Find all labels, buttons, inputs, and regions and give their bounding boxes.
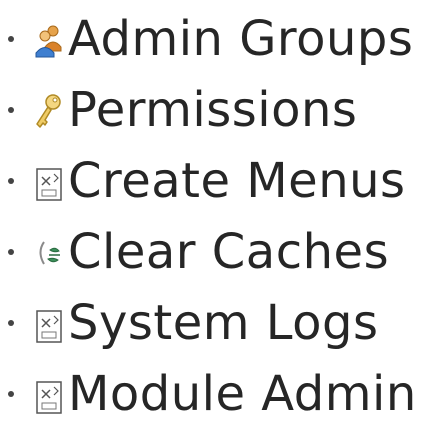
list-bullet bbox=[8, 320, 14, 326]
refresh-cache-icon bbox=[39, 241, 60, 265]
menu-item-label: Admin Groups bbox=[68, 11, 414, 67]
menu-item-module-admin[interactable]: Module Admin bbox=[0, 359, 428, 430]
broken-image-icon bbox=[36, 381, 62, 414]
broken-image-icon bbox=[36, 310, 62, 343]
menu-item-label: Clear Caches bbox=[68, 224, 390, 280]
menu-item-create-menus[interactable]: Create Menus bbox=[0, 146, 428, 217]
list-bullet bbox=[8, 249, 14, 255]
list-bullet bbox=[8, 391, 14, 397]
menu-item-system-logs[interactable]: System Logs bbox=[0, 288, 428, 359]
menu-item-admin-groups[interactable]: Admin Groups bbox=[0, 4, 428, 75]
menu-item-label: Permissions bbox=[68, 82, 358, 138]
key-icon bbox=[36, 94, 61, 128]
menu-item-permissions[interactable]: Permissions bbox=[0, 75, 428, 146]
list-bullet bbox=[8, 36, 14, 42]
broken-image-icon bbox=[36, 168, 62, 201]
menu-item-label: Create Menus bbox=[68, 153, 406, 209]
menu-item-label: Module Admin bbox=[68, 366, 417, 422]
users-group-icon bbox=[35, 25, 62, 58]
menu-item-label: System Logs bbox=[68, 295, 379, 351]
admin-menu-list: Admin Groups Permissions Create Menus Cl… bbox=[0, 4, 428, 430]
menu-item-clear-caches[interactable]: Clear Caches bbox=[0, 217, 428, 288]
list-bullet bbox=[8, 107, 14, 113]
list-bullet bbox=[8, 178, 14, 184]
